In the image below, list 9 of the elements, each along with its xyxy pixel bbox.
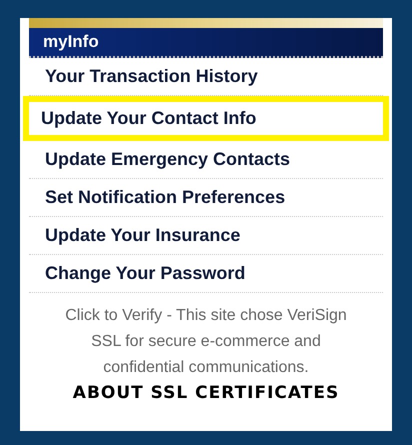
menu-link[interactable]: Your Transaction History [29, 58, 383, 96]
ssl-certificates-link[interactable]: ABOUT SSL CERTIFICATES [29, 381, 383, 406]
panel-title: myInfo [43, 31, 99, 54]
menu-link[interactable]: Update Your Insurance [29, 217, 383, 255]
menu-link[interactable]: Set Notification Preferences [29, 179, 383, 217]
menu-link[interactable]: Update Your Contact Info [23, 96, 389, 141]
menu-link[interactable]: Change Your Password [29, 255, 383, 293]
menu-link[interactable]: Update Emergency Contacts [29, 141, 383, 179]
ssl-notice: Click to Verify - This site chose VeriSign SSL for secure e-commerce and confidential communications. [64, 306, 348, 378]
